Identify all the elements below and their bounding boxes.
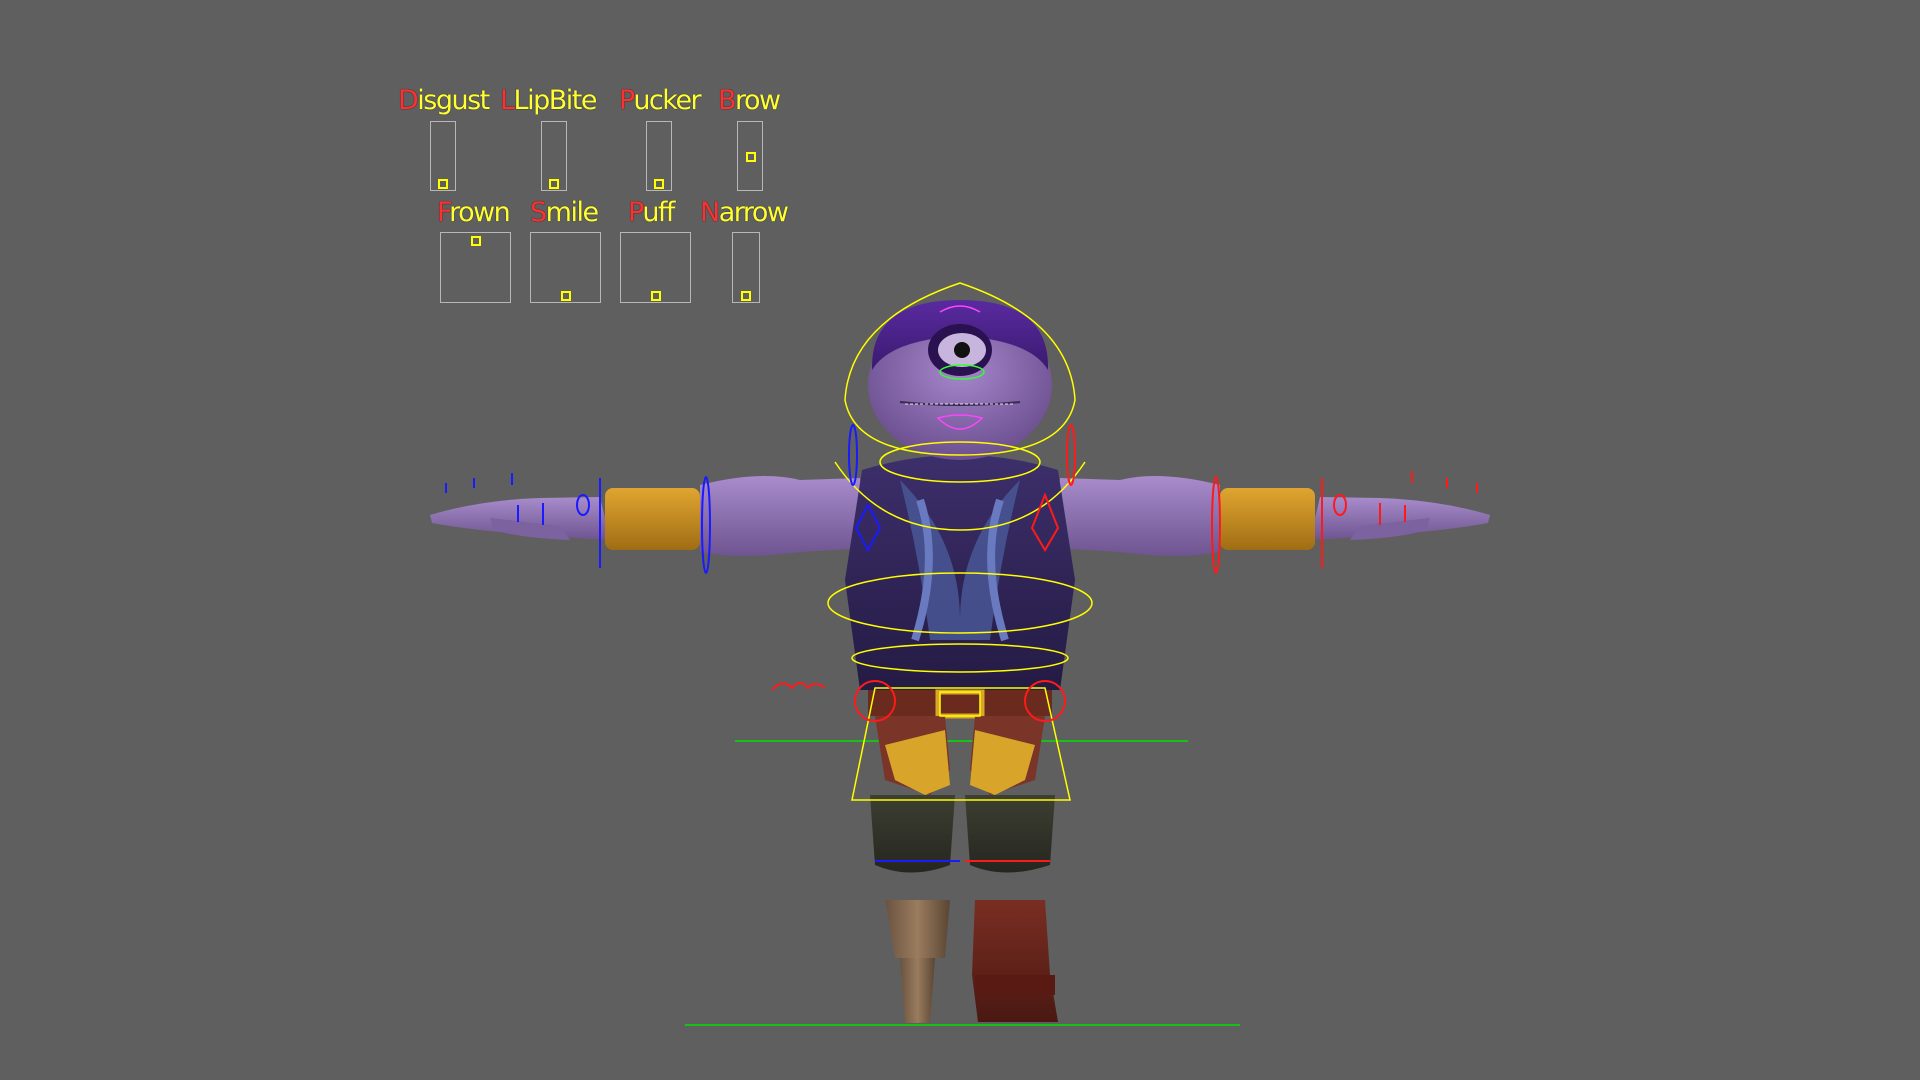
rigged-pirate-character[interactable] [0, 0, 1920, 1080]
head-mesh [868, 300, 1052, 460]
left-arm-mesh [430, 476, 866, 556]
maya-viewport[interactable]: Disgust LLipBite Pucker Brow Frown Smile [0, 0, 1920, 1080]
tail-control [771, 682, 826, 691]
peg-leg-mesh [885, 900, 950, 1023]
right-arm-mesh [1054, 476, 1490, 556]
right-shoulder-control [1066, 424, 1076, 486]
boot-mesh [972, 900, 1058, 1022]
coat-tails-mesh [875, 716, 1045, 795]
left-shoulder-control [848, 424, 858, 486]
